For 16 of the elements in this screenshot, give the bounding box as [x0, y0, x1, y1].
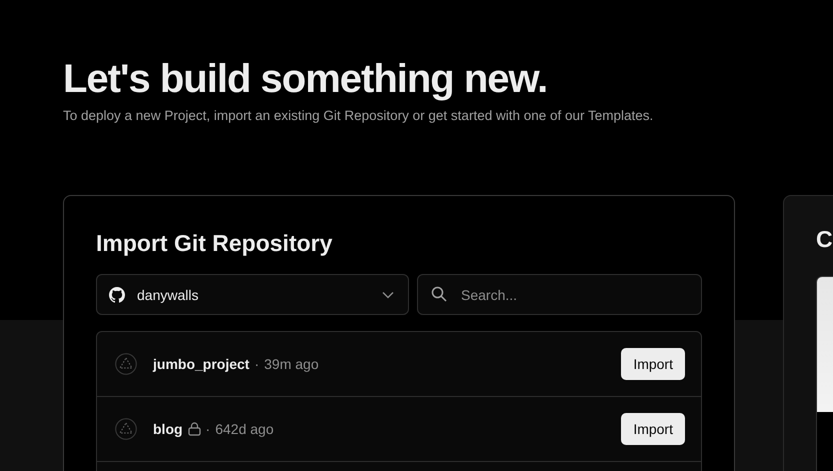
- repository-time: 642d ago: [215, 421, 274, 437]
- search-field[interactable]: Search...: [417, 274, 702, 315]
- card-title: C: [816, 225, 833, 254]
- repository-time: 39m ago: [264, 356, 319, 372]
- repository-name: jumbo_project: [153, 356, 250, 372]
- page-subtitle: To deploy a new Project, import an existing Git Repository or get started with one of our Templates.: [63, 108, 654, 123]
- page-title: Let's build something new.: [63, 56, 548, 102]
- import-button[interactable]: Import: [621, 413, 685, 445]
- account-select[interactable]: danywalls: [96, 274, 409, 315]
- chevron-down-icon: [382, 290, 394, 298]
- repository-name: blog: [153, 421, 183, 437]
- separator-dot: ·: [254, 356, 260, 372]
- separator-dot: ·: [206, 421, 210, 437]
- card-title: Import Git Repository: [96, 229, 334, 258]
- github-icon: [109, 286, 125, 302]
- import-button[interactable]: Import: [621, 348, 685, 380]
